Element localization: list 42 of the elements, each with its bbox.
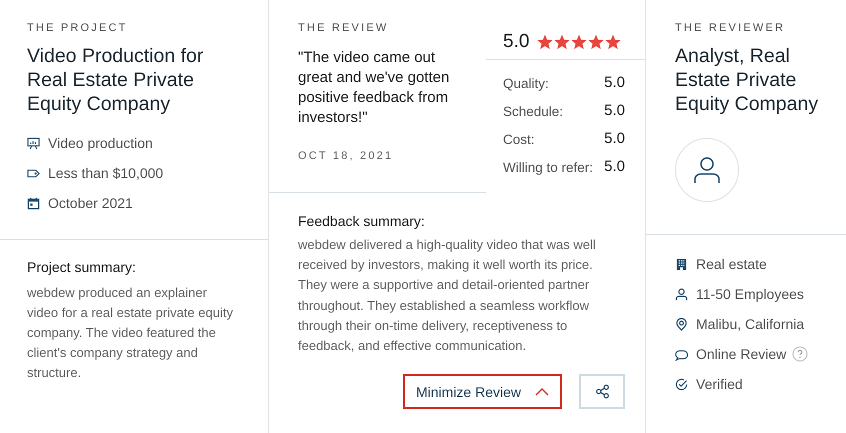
building-icon: [675, 258, 688, 270]
project-title: Video Production for Real Estate Private Equity Company: [27, 44, 204, 116]
reviewer-fact: Online Review: [696, 346, 786, 362]
reviewer-fact: Verified: [696, 376, 743, 392]
rating-value: 5.0: [604, 102, 625, 119]
location-pin-icon: [675, 318, 688, 330]
rating-value: 5.0: [604, 130, 625, 147]
share-icon: [594, 384, 610, 400]
review-date: OCT 18, 2021: [298, 150, 394, 162]
project-fact: October 2021: [48, 195, 133, 211]
avatar: [675, 138, 739, 202]
rating-label: Willing to refer:: [503, 160, 594, 175]
check-circle-icon: [675, 378, 688, 390]
project-summary: webdew produced an explainer video for a real estate private equity company. The video featured the client's company strategy and structure.: [27, 284, 234, 382]
share-button[interactable]: [579, 374, 625, 410]
overall-rating: 5.0: [503, 30, 530, 52]
reviewer-fact: Malibu, California: [696, 316, 804, 332]
speech-bubble-icon: [675, 348, 688, 360]
section-heading: THE PROJECT: [27, 22, 129, 34]
minimize-review-button[interactable]: Minimize Review: [403, 374, 562, 410]
project-fact: Less than $10,000: [48, 165, 164, 181]
presentation-icon: [27, 136, 40, 150]
summary-label: Project summary:: [27, 259, 137, 275]
user-icon: [675, 288, 688, 300]
feedback-label: Feedback summary:: [298, 213, 426, 229]
section-heading: THE REVIEW: [298, 22, 390, 34]
reviewer-fact: 11-50 Employees: [696, 286, 804, 302]
section-heading: THE REVIEWER: [675, 22, 786, 34]
review-quote: "The video came out great and we've gotten positive feedback from investors!": [298, 48, 450, 128]
rating-value: 5.0: [604, 158, 625, 175]
project-fact: Video production: [48, 135, 153, 151]
tag-icon: [27, 166, 40, 180]
caret-icon: [535, 388, 550, 396]
rating-label: Schedule:: [503, 104, 564, 119]
rating-label: Cost:: [503, 132, 535, 147]
help-icon[interactable]: [792, 346, 808, 362]
feedback-summary: webdew delivered a high-quality video that was well received by investors, making it well worth its price. They were a supportive and detail-oriented partner throughout. They established a seamless workflow through their on-time delivery, receptiveness to feedback, and effective communication.: [298, 236, 597, 356]
rating-label: Quality:: [503, 76, 549, 91]
calendar-icon: [27, 196, 40, 210]
reviewer-fact: Real estate: [696, 256, 767, 272]
rating-value: 5.0: [604, 74, 625, 91]
reviewer-title: Analyst, Real Estate Private Equity Company: [675, 44, 820, 116]
